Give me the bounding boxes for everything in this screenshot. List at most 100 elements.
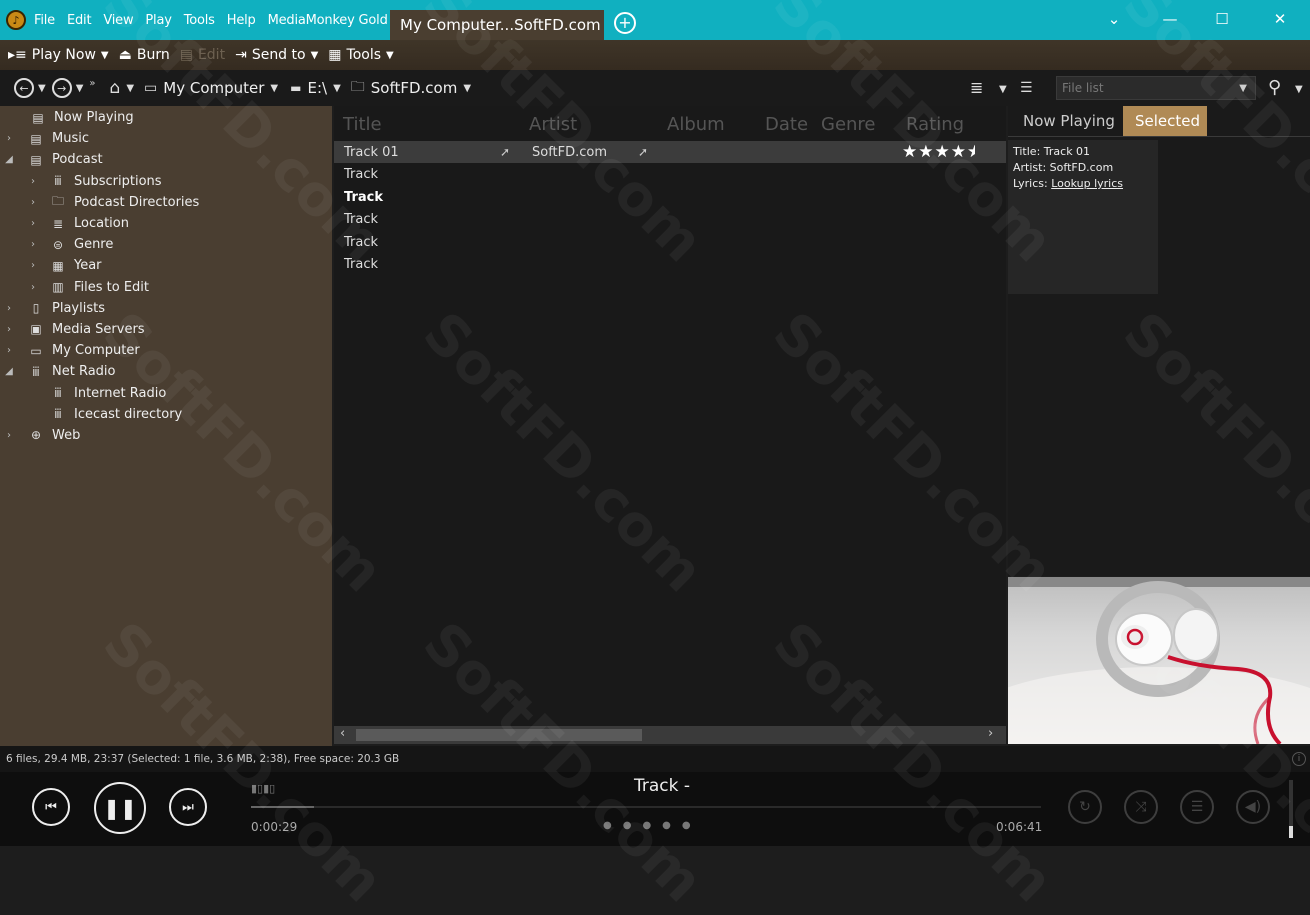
tab-selected[interactable]: Selected <box>1123 106 1207 136</box>
maximize-button[interactable]: ☐ <box>1196 0 1248 38</box>
table-row[interactable]: Track <box>334 208 1006 230</box>
tree-item-now-playing[interactable]: ▤ Now Playing <box>0 107 332 128</box>
page-dots[interactable]: ●●●●● <box>603 820 702 831</box>
table-row[interactable]: Track <box>334 253 1006 275</box>
chevron-down-icon[interactable]: ▼ <box>38 83 46 94</box>
chevron-down-icon[interactable]: ▼ <box>386 50 394 61</box>
column-rating[interactable]: Rating <box>906 114 964 135</box>
expand-icon[interactable]: › <box>26 239 40 250</box>
info-title-value: Track 01 <box>1043 145 1091 158</box>
new-tab-button[interactable]: + <box>614 12 636 34</box>
tree-item-files-to-edit[interactable]: › ▥ Files to Edit <box>0 277 332 298</box>
close-button[interactable]: ✕ <box>1254 0 1306 38</box>
volume-button[interactable]: ◀) <box>1236 790 1270 824</box>
table-row[interactable]: Track <box>334 231 1006 253</box>
expand-icon[interactable]: › <box>2 303 16 314</box>
tree-item-my-computer[interactable]: › ▭ My Computer <box>0 340 332 361</box>
play-now-button[interactable]: ▸≡ Play Now ▼ <box>8 47 109 63</box>
expand-icon[interactable]: › <box>26 176 40 187</box>
breadcrumb-my-computer[interactable]: My Computer <box>163 79 264 97</box>
menu-mediamonkey-gold[interactable]: MediaMonkey Gold <box>268 13 388 28</box>
expand-icon[interactable]: › <box>26 260 40 271</box>
volume-slider[interactable] <box>1289 780 1293 838</box>
chevron-down-icon[interactable]: ▼ <box>1239 83 1247 94</box>
expand-icon[interactable]: › <box>2 324 16 335</box>
repeat-button[interactable]: ↻ <box>1068 790 1102 824</box>
breadcrumb-drive[interactable]: E:\ <box>307 79 327 97</box>
tree-item-media-servers[interactable]: › ▣ Media Servers <box>0 319 332 340</box>
burn-button[interactable]: ⏏ Burn <box>119 47 170 63</box>
back-icon[interactable]: ← <box>14 78 34 98</box>
collapse-icon[interactable]: ◢ <box>2 366 16 377</box>
table-row[interactable]: Track 01 ➚ SoftFD.com ➚ ★★★★★ <box>334 141 1006 163</box>
forward-icon[interactable]: → <box>51 78 72 98</box>
table-row[interactable]: Track <box>334 186 1006 208</box>
tab-my-computer[interactable]: My Computer...SoftFD.com <box>390 10 604 40</box>
tree-item-music[interactable]: › ▤ Music <box>0 128 332 149</box>
home-icon[interactable]: ⌂ <box>110 78 121 98</box>
lookup-lyrics-link[interactable]: Lookup lyrics <box>1051 177 1123 190</box>
tab-now-playing[interactable]: Now Playing <box>1011 106 1127 136</box>
column-album[interactable]: Album <box>667 114 725 135</box>
tree-item-web[interactable]: › ⊕ Web <box>0 425 332 446</box>
playlist-button[interactable]: ☰ <box>1180 790 1214 824</box>
tree-item-net-radio[interactable]: ◢ ⅲ Net Radio <box>0 361 332 382</box>
scroll-right-icon[interactable]: › <box>988 726 993 741</box>
search-icon[interactable]: ⚲ <box>1268 77 1281 98</box>
chevron-down-icon[interactable]: ▼ <box>76 83 84 94</box>
more-icon[interactable]: » <box>89 78 95 89</box>
expand-icon[interactable]: › <box>2 345 16 356</box>
minimize-button[interactable]: — <box>1144 0 1196 38</box>
expand-icon[interactable]: › <box>26 282 40 293</box>
send-to-button[interactable]: ⇥ Send to ▼ <box>235 47 318 63</box>
menu-view[interactable]: View <box>103 13 133 28</box>
rating-stars[interactable]: ★★★★★ <box>902 142 975 162</box>
tree-item-playlists[interactable]: › ▯ Playlists <box>0 298 332 319</box>
menu-tools[interactable]: Tools <box>184 13 215 28</box>
file-list-filter[interactable]: File list ▼ <box>1056 76 1256 100</box>
tree-item-location[interactable]: › ≣ Location <box>0 213 332 234</box>
tree-item-genre[interactable]: › ⊜ Genre <box>0 234 332 255</box>
window-dropdown-button[interactable]: ⌄ <box>1088 0 1140 38</box>
expand-icon[interactable]: › <box>2 430 16 441</box>
column-layout-icon[interactable]: ☰ <box>1020 80 1033 96</box>
breadcrumb-folder[interactable]: SoftFD.com <box>371 79 458 97</box>
tree-item-podcast[interactable]: ◢ ▤ Podcast <box>0 149 332 170</box>
view-list-icon[interactable]: ≣ <box>970 78 983 97</box>
progress-track[interactable] <box>251 806 1041 808</box>
edit-button[interactable]: ▤ Edit <box>180 47 225 63</box>
tools-button[interactable]: ▦ Tools ▼ <box>328 47 393 63</box>
chevron-down-icon[interactable]: ▼ <box>126 83 134 94</box>
collapse-icon[interactable]: ◢ <box>2 154 16 165</box>
tree-item-icecast-directory[interactable]: ⅲ Icecast directory <box>0 404 332 425</box>
chevron-down-icon[interactable]: ▼ <box>101 50 109 61</box>
chevron-down-icon[interactable]: ▼ <box>1295 84 1303 95</box>
column-title[interactable]: Title <box>343 114 382 135</box>
column-date[interactable]: Date <box>765 114 808 135</box>
shuffle-button[interactable]: ⤨ <box>1124 790 1158 824</box>
app-logo-icon[interactable]: ♪ <box>6 10 26 30</box>
radio-icon: ⅲ <box>54 407 62 422</box>
chevron-down-icon[interactable]: ▼ <box>463 83 471 94</box>
column-genre[interactable]: Genre <box>821 114 876 135</box>
menu-help[interactable]: Help <box>227 13 256 28</box>
column-artist[interactable]: Artist <box>529 114 577 135</box>
menu-file[interactable]: File <box>34 13 55 28</box>
tree-item-internet-radio[interactable]: ⅲ Internet Radio <box>0 382 332 403</box>
info-icon[interactable]: i <box>1292 752 1306 766</box>
menu-edit[interactable]: Edit <box>67 13 92 28</box>
menu-play[interactable]: Play <box>145 13 172 28</box>
expand-icon[interactable]: › <box>2 133 16 144</box>
chevron-down-icon[interactable]: ▼ <box>311 50 319 61</box>
tree-item-year[interactable]: › ▦ Year <box>0 255 332 276</box>
chevron-down-icon[interactable]: ▼ <box>333 83 341 94</box>
tree-item-podcast-directories[interactable]: › 🗀 Podcast Directories <box>0 192 332 213</box>
tree-item-subscriptions[interactable]: › ⅲ Subscriptions <box>0 171 332 192</box>
chevron-down-icon[interactable]: ▼ <box>270 83 278 94</box>
expand-icon[interactable]: › <box>26 197 40 208</box>
scrollbar-thumb[interactable] <box>356 729 642 741</box>
scroll-left-icon[interactable]: ‹ <box>340 726 345 741</box>
expand-icon[interactable]: › <box>26 218 40 229</box>
chevron-down-icon[interactable]: ▼ <box>999 84 1007 95</box>
table-row[interactable]: Track <box>334 163 1006 185</box>
